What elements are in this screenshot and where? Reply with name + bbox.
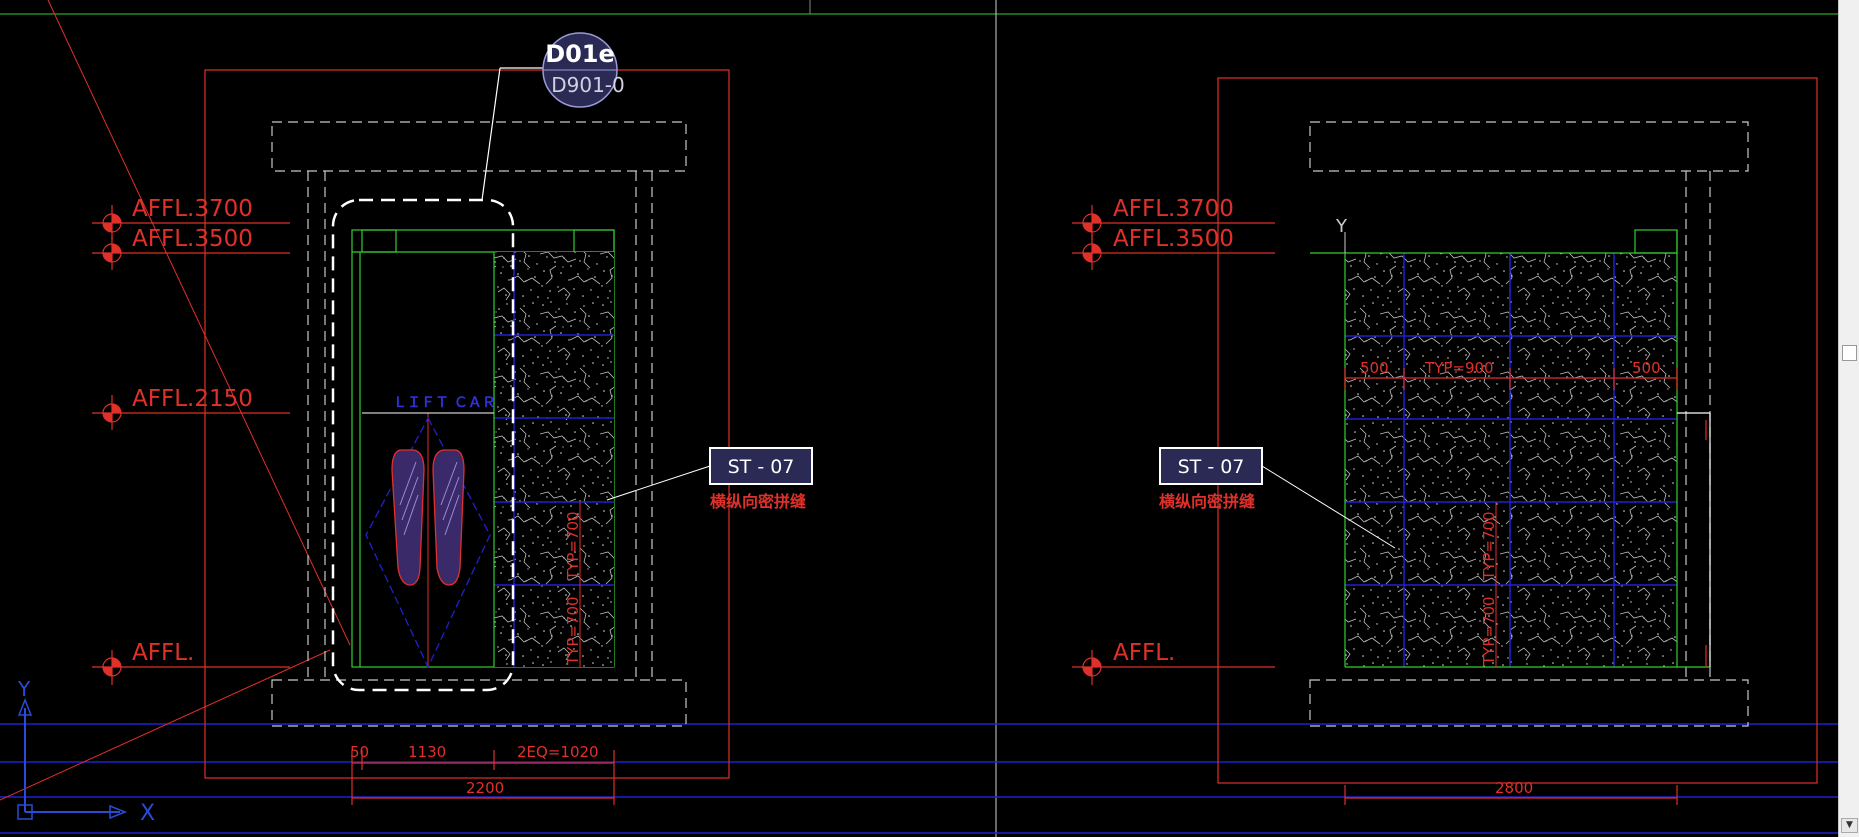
section-code: D01e xyxy=(545,40,615,68)
dim-text: 500 xyxy=(1632,359,1661,377)
scroll-thumb[interactable] xyxy=(1842,345,1857,361)
scroll-down-button[interactable]: ▼ xyxy=(1841,818,1858,833)
material-code: ST - 07 xyxy=(1178,456,1245,478)
material-tag-left[interactable]: ST - 07 横纵向密拼缝 xyxy=(606,447,813,511)
dim-vertical: TYP=700 xyxy=(564,596,582,666)
ucs-icon: Y X xyxy=(17,677,155,826)
material-code: ST - 07 xyxy=(728,456,795,478)
section-ref: D901-0 xyxy=(551,73,625,97)
ucs-y-label: Y xyxy=(17,677,31,701)
level-label: AFFL. xyxy=(132,640,194,666)
section-tag[interactable]: D01e D901-0 xyxy=(481,32,625,201)
cad-drawing-canvas[interactable]: ＬＩＦＴ ＣＡＲ AFFL.3700 AFFL.3500 AFFL.2150 A… xyxy=(0,0,1859,837)
level-markers-right: AFFL.3700 AFFL.3500 AFFL. xyxy=(1072,196,1275,685)
dim-text: 2EQ=1020 xyxy=(517,743,599,761)
door-label: ＬＩＦＴ ＣＡＲ xyxy=(393,395,496,411)
level-label: AFFL.3500 xyxy=(132,226,253,252)
dim-vertical: TYP=700 xyxy=(1480,511,1498,581)
dim-text: 2800 xyxy=(1495,779,1533,797)
dim-vertical: TYP=700 xyxy=(564,511,582,581)
level-label: AFFL. xyxy=(1113,640,1175,666)
material-note: 横纵向密拼缝 xyxy=(710,492,806,511)
dim-text: 2200 xyxy=(466,779,504,797)
material-note: 横纵向密拼缝 xyxy=(1159,492,1255,511)
level-label: AFFL.3700 xyxy=(132,196,253,222)
ucs-y-label-right: Y xyxy=(1335,216,1348,237)
left-elevation-view: ＬＩＦＴ ＣＡＲ AFFL.3700 AFFL.3500 AFFL.2150 A… xyxy=(0,0,813,805)
level-label: AFFL.2150 xyxy=(132,386,253,412)
level-label: AFFL.3700 xyxy=(1113,196,1234,222)
vertical-scrollbar[interactable]: ▼ xyxy=(1838,0,1859,837)
dim-text: 1130 xyxy=(408,743,446,761)
dim-text: TYP=900 xyxy=(1424,359,1494,377)
level-markers-left: AFFL.3700 AFFL.3500 AFFL.2150 AFFL. xyxy=(92,196,290,685)
dim-vertical: TYP=700 xyxy=(1480,596,1498,666)
dim-text: 500 xyxy=(1360,359,1389,377)
level-label: AFFL.3500 xyxy=(1113,226,1234,252)
right-elevation-view: Y 500 TYP=900 500 TYP=700 TYP=700 AFFL.3… xyxy=(1072,77,1818,805)
dim-text: 50 xyxy=(350,743,369,761)
ucs-x-label: X xyxy=(140,801,155,826)
